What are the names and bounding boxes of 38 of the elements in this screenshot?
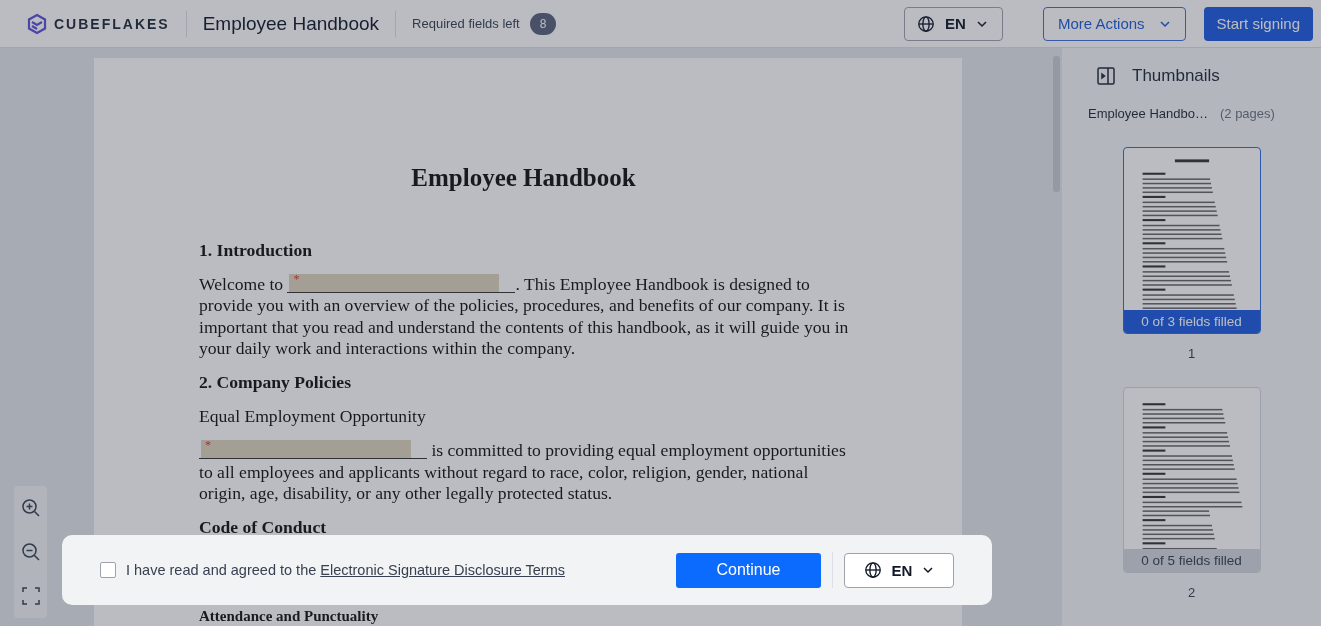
paragraph: Welcome to * . This Employee Handbook is designed to provide you with an overview of the policies, procedures, and benefits of our company. It is important that you read and understand the contents of this handbook, as it will guide you in your daily work and interactions within the company. — [199, 273, 850, 360]
fill-in-field[interactable]: * — [199, 440, 427, 459]
section-heading: 2. Company Policies — [199, 372, 352, 394]
page-thumbnail[interactable]: 0 of 3 fields filled — [1122, 147, 1261, 334]
file-name: Employee Handbo… — [1088, 106, 1208, 121]
page-thumbnail[interactable]: 0 of 5 fields filled — [1122, 386, 1261, 573]
count-badge: 8 — [529, 12, 557, 35]
consent-text: I have read and agreed to the Electronic Signature Disclosure Terms — [126, 562, 565, 578]
caret-icon — [1158, 19, 1171, 28]
globe-icon — [917, 14, 936, 33]
page-number: 2 — [1187, 585, 1196, 600]
page-number: 1 — [1187, 345, 1196, 361]
section-heading: 1. Introduction — [199, 239, 314, 261]
language-select[interactable]: EN — [844, 552, 954, 588]
section-heading: Attendance and Punctuality — [199, 608, 380, 624]
paragraph: * is committed to providing equal employment opportunities to all employees and applicants without regard to race, color, religion, gender, national origin, age, disability, or any other legally protected status. — [199, 440, 847, 505]
language-select[interactable]: EN — [904, 6, 1003, 41]
page-count: (2 pages) — [1219, 106, 1275, 121]
document-title: Employee Handbook — [202, 12, 380, 35]
panel-title: Thumbnails — [1132, 66, 1220, 86]
caret-icon — [975, 19, 988, 28]
start-signing-button[interactable]: Start signing — [1203, 6, 1313, 41]
logo-icon — [26, 12, 48, 35]
fields-status: 0 of 3 fields filled — [1123, 309, 1260, 333]
caret-icon — [922, 566, 935, 574]
terms-link[interactable]: Electronic Signature Disclosure Terms — [320, 562, 565, 578]
globe-icon — [863, 561, 882, 579]
fields-status: 0 of 5 fields filled — [1123, 549, 1260, 572]
section-heading: Code of Conduct — [199, 517, 328, 539]
continue-button[interactable]: Continue — [676, 552, 821, 588]
document-heading: Employee Handbook — [410, 167, 637, 189]
panel-icon[interactable] — [1096, 66, 1116, 86]
paragraph: Equal Employment Opportunity — [199, 406, 427, 428]
fill-in-field[interactable]: * — [287, 273, 516, 293]
brand-name: CUBEFLAKES — [54, 15, 170, 32]
required-fields-label: Required fields left — [412, 16, 520, 31]
checkbox[interactable] — [100, 562, 116, 578]
more-actions-button[interactable]: More Actions — [1042, 6, 1186, 41]
